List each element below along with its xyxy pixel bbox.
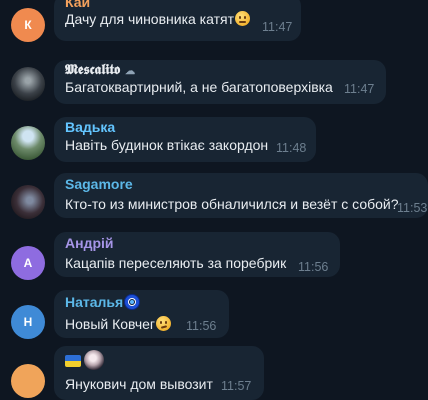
message-time: 11:56: [186, 319, 217, 333]
author-name-text: 𝕸𝖊𝖘𝖈𝖆𝖑𝖎𝖙𝖔: [65, 62, 121, 78]
avatar[interactable]: [11, 67, 45, 101]
message-text-content: Дачу для чиновника катят: [65, 11, 234, 27]
author-name[interactable]: Sagamore: [65, 176, 133, 192]
message-bubble[interactable]: Андрій Кацапів переселяють за поребрик 1…: [54, 232, 340, 277]
message-bubble[interactable]: 𝕸𝖊𝖘𝖈𝖆𝖑𝖎𝖙𝖔 ☁ Багатоквартирний, а не багат…: [54, 60, 386, 104]
message-bubble[interactable]: Sagamore Кто-то из министров обналичился…: [54, 173, 428, 218]
author-name-text: Наталья: [65, 294, 124, 310]
smirk-emoji-icon: [156, 316, 172, 331]
message-time: 11:57: [221, 379, 252, 393]
author-avatar-icon[interactable]: [84, 350, 104, 370]
message-text-content: Новый Ковчег: [65, 316, 156, 332]
avatar[interactable]: [11, 185, 45, 219]
message-text: Дачу для чиновника катят: [65, 11, 250, 27]
message-time: 11:47: [262, 20, 293, 34]
message-text: Янукович дом вывозит: [65, 376, 213, 392]
message-time: 11:48: [276, 141, 307, 155]
ukraine-flag-icon: [65, 355, 81, 367]
author-name[interactable]: Наталья: [65, 294, 140, 310]
avatar[interactable]: Н: [11, 305, 45, 339]
avatar[interactable]: К: [11, 8, 45, 42]
message-bubble[interactable]: Наталья Новый Ковчег 11:56: [54, 290, 229, 338]
avatar-letter: Н: [23, 315, 33, 329]
avatar[interactable]: [11, 364, 45, 398]
message-text: Кто-то из министров обналичился и везёт …: [65, 196, 399, 212]
message-bubble[interactable]: Янукович дом вывозит 11:57: [54, 346, 264, 400]
cloud-icon: ☁: [125, 66, 136, 77]
evil-eye-emoji-icon: [125, 295, 140, 309]
chat-message-list: К Кай Дачу для чиновника катят 11:47 𝕸𝖊𝖘…: [0, 0, 428, 400]
avatar-letter: К: [24, 18, 32, 32]
message-text: Кацапів переселяють за поребрик: [65, 255, 287, 271]
author-name[interactable]: Кай: [65, 0, 90, 10]
message-bubble[interactable]: Кай Дачу для чиновника катят 11:47: [54, 0, 301, 41]
message-time: 11:53: [397, 201, 428, 215]
avatar[interactable]: [11, 126, 45, 160]
message-bubble[interactable]: Вадька Навіть будинок втікає закордон 11…: [54, 117, 316, 162]
message-text: Новый Ковчег: [65, 316, 172, 332]
message-text: Навіть будинок втікає закордон: [65, 137, 269, 153]
message-text: Багатоквартирний, а не багатоповерхівка: [65, 79, 333, 95]
message-time: 11:56: [298, 260, 329, 274]
avatar[interactable]: А: [11, 246, 45, 280]
thinking-emoji-icon: [235, 11, 250, 26]
avatar-letter: А: [23, 256, 33, 270]
author-name[interactable]: Андрій: [65, 235, 114, 251]
author-name[interactable]: Вадька: [65, 119, 115, 135]
message-time: 11:47: [344, 82, 375, 96]
author-name[interactable]: 𝕸𝖊𝖘𝖈𝖆𝖑𝖎𝖙𝖔 ☁: [65, 62, 135, 78]
